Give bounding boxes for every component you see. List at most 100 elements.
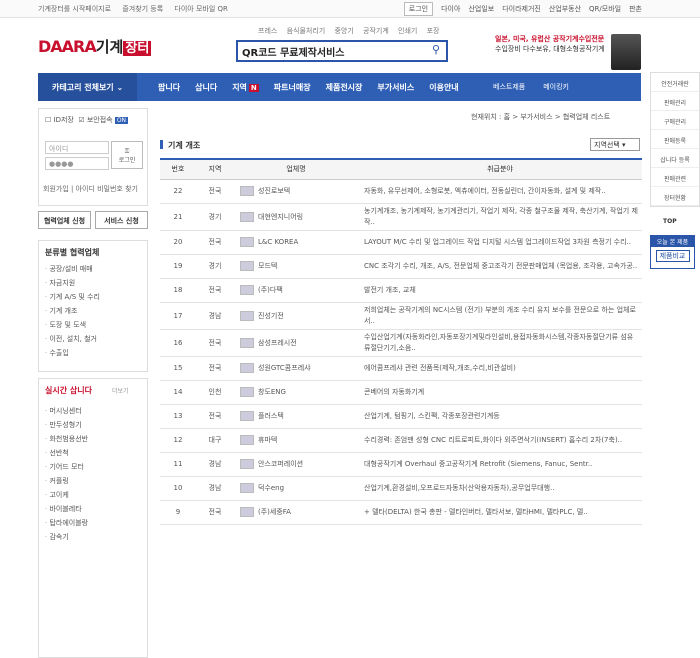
row-field[interactable]: 저희업체는 공작기계의 NC시스템 (전기) 부분의 개조 수리 유지 보수를 … bbox=[358, 302, 642, 330]
row-company[interactable]: (주)다팩 bbox=[234, 278, 358, 303]
quick-item[interactable]: 판매등록 bbox=[651, 130, 699, 149]
row-company[interactable]: 진성기전 bbox=[234, 302, 358, 330]
table-row[interactable]: 21 경기 대현엔지니어링 농기계개조, 농기계제작, 농기계관리기, 작업기 제작,… bbox=[160, 203, 642, 231]
keyword-link[interactable]: 음식물처리기 bbox=[287, 27, 326, 35]
region-select[interactable]: 지역선택 ▾ bbox=[590, 138, 640, 151]
row-field[interactable]: 자동화, 유무선제어, 소형로봇, 엑츄에이터, 전동실린더, 간이자동화, 설… bbox=[358, 179, 642, 204]
live-item[interactable]: 커플링 bbox=[45, 476, 141, 490]
row-field[interactable]: 수입산업기계(자동화라인,자동포장기계및라인설비,용접자동화시스템,각종자동절단… bbox=[358, 329, 642, 357]
realestate-link[interactable]: 산업부동산 bbox=[549, 4, 581, 14]
nav-partner[interactable]: 파트너매장 bbox=[274, 82, 311, 93]
row-company[interactable]: 모드텍 bbox=[234, 254, 358, 279]
login-link[interactable]: 로그인 bbox=[403, 2, 434, 16]
row-company[interactable]: 성진로보텍 bbox=[234, 179, 358, 204]
nav-making[interactable]: 메이킹키 bbox=[543, 82, 569, 92]
live-item[interactable]: 탑라에이블랑 bbox=[45, 518, 141, 532]
row-company[interactable]: (주)세중FA bbox=[234, 500, 358, 525]
row-company[interactable]: L&C KOREA bbox=[234, 230, 358, 255]
qr-mobile-link[interactable]: QR/모바일 bbox=[589, 4, 621, 14]
more-link[interactable]: 더보기 bbox=[112, 388, 129, 395]
table-row[interactable]: 9 전국 (주)세중FA + 델타(DELTA) 한국 총판 - 델타인버터, 델타서… bbox=[160, 500, 642, 525]
table-row[interactable]: 19 경기 모드텍 CNC 조각기 수리, 개조, A/S, 전문업체 중고조각기 전… bbox=[160, 254, 642, 279]
category-link[interactable]: 공장/설비 매매 bbox=[45, 264, 141, 278]
diaa-link[interactable]: 다이아 bbox=[441, 4, 460, 14]
row-field[interactable]: 농기계개조, 농기계제작, 농기계관리기, 작업기 제작, 각종 철구조물 제작… bbox=[358, 203, 642, 231]
top-button[interactable]: TOP bbox=[663, 218, 677, 225]
table-row[interactable]: 17 경남 진성기전 저희업체는 공작기계의 NC시스템 (전기) 부분의 개조 수리… bbox=[160, 302, 642, 330]
keyword-link[interactable]: 인쇄기 bbox=[398, 27, 417, 35]
keyword-link[interactable]: 포장 bbox=[427, 27, 440, 35]
category-link[interactable]: 도장 및 도색 bbox=[45, 320, 141, 334]
category-link[interactable]: 기계 A/S 및 수리 bbox=[45, 292, 141, 306]
quick-item[interactable]: 삽니다 등록 bbox=[651, 149, 699, 168]
login-button[interactable]: ⚿ 로그인 bbox=[111, 141, 143, 169]
row-company[interactable]: 플러스텍 bbox=[234, 404, 358, 429]
misc-link[interactable]: 판촌 bbox=[629, 4, 642, 14]
row-company[interactable]: 삼성프레시전 bbox=[234, 329, 358, 357]
join-find-links[interactable]: 회원가입 | 아이디 비밀번호 찾기 bbox=[43, 184, 138, 194]
category-link[interactable]: 수출입 bbox=[45, 348, 141, 362]
quick-item[interactable]: 장터현황 bbox=[651, 187, 699, 206]
live-item[interactable]: 감속기 bbox=[45, 532, 141, 546]
compare-button[interactable]: 제품비교 bbox=[655, 250, 690, 262]
table-row[interactable]: 15 전국 성원GTC콤프레샤 에어콤프레샤 관련 전품목(제작,개조,수리,비관설비… bbox=[160, 356, 642, 381]
password-field[interactable]: ●●●● bbox=[45, 157, 109, 170]
live-item[interactable]: 기어드 모터 bbox=[45, 462, 141, 476]
table-row[interactable]: 10 경남 덕수eng 산업기계,환경설비,오프로드자동차(산악용자동차),공무업무대… bbox=[160, 476, 642, 501]
category-link[interactable]: 자금지원 bbox=[45, 278, 141, 292]
industry-news-link[interactable]: 산업일보 bbox=[468, 4, 494, 14]
nav-buy[interactable]: 삽니다 bbox=[195, 82, 217, 93]
row-field[interactable]: 산업기계,환경설비,오프로드자동차(산악용자동차),공무업무대행.. bbox=[358, 476, 642, 501]
quick-item[interactable]: 판매관리 bbox=[651, 92, 699, 111]
mobile-qr-link[interactable]: 다이아 모바일 QR bbox=[174, 5, 227, 13]
row-company[interactable]: 덕수eng bbox=[234, 476, 358, 501]
table-row[interactable]: 20 전국 L&C KOREA LAYOUT M/C 수리 및 업그레이드 작업 디지… bbox=[160, 230, 642, 255]
live-item[interactable]: 머시닝센터 bbox=[45, 406, 141, 420]
nav-showroom[interactable]: 제품전시장 bbox=[326, 82, 363, 93]
nav-sell[interactable]: 팝니다 bbox=[158, 82, 180, 93]
quick-item[interactable]: 구매관리 bbox=[651, 111, 699, 130]
row-field[interactable]: 발전기 개조, 교체 bbox=[358, 278, 642, 303]
nav-guide[interactable]: 이용안내 bbox=[429, 82, 458, 93]
category-link[interactable]: 이전, 설치, 철거 bbox=[45, 334, 141, 348]
nav-addon[interactable]: 부가서비스 bbox=[377, 82, 414, 93]
live-item[interactable]: 화천범용선반 bbox=[45, 434, 141, 448]
table-row[interactable]: 12 대구 휴마텍 수리경력: 존엄맨 성형 CNC 리트로피트,화이다 외주면삭기(… bbox=[160, 428, 642, 453]
site-logo[interactable]: DAARA기계 장터 bbox=[38, 36, 152, 57]
id-save-checkbox[interactable]: ☐ ID저장 bbox=[45, 116, 74, 124]
table-row[interactable]: 11 경남 안스코퍼레이션 대형공작기계 Overhaul 중고공작기계 Retrof… bbox=[160, 452, 642, 477]
row-company[interactable]: 성원GTC콤프레샤 bbox=[234, 356, 358, 381]
daara-link[interactable]: 다이라제거진 bbox=[502, 4, 541, 14]
live-item[interactable]: 바이블레타 bbox=[45, 504, 141, 518]
table-row[interactable]: 18 전국 (주)다팩 발전기 개조, 교체 bbox=[160, 278, 642, 303]
table-row[interactable]: 22 전국 성진로보텍 자동화, 유무선제어, 소형로봇, 엑츄에이터, 전동실린더,… bbox=[160, 179, 642, 204]
row-company[interactable]: 대현엔지니어링 bbox=[234, 203, 358, 231]
bookmark-link[interactable]: 즐겨찾기 등록 bbox=[122, 5, 163, 13]
row-field[interactable]: 산업기계, 텀핑기, 스킨팩, 각종포장관련기계등 bbox=[358, 404, 642, 429]
search-icon[interactable]: ⚲ bbox=[428, 43, 444, 59]
keyword-link[interactable]: 프레스 bbox=[258, 27, 277, 35]
category-link[interactable]: 기계 개조 bbox=[45, 306, 141, 320]
id-field[interactable]: 아이디 bbox=[45, 141, 109, 154]
start-page-link[interactable]: 기계장터를 시작페이지로 bbox=[38, 5, 111, 13]
row-field[interactable]: 수리경력: 존엄맨 성형 CNC 리트로피트,화이다 외주면삭기(INSERT)… bbox=[358, 428, 642, 453]
secure-checkbox[interactable]: ☑ 보안접속 bbox=[78, 116, 112, 124]
live-item[interactable]: 고이케 bbox=[45, 490, 141, 504]
nav-region[interactable]: 지역 N bbox=[232, 82, 259, 93]
row-field[interactable]: CNC 조각기 수리, 개조, A/S, 전문업체 중고조각기 전문판매업체 (… bbox=[358, 254, 642, 279]
nav-best[interactable]: 베스트제품 bbox=[493, 82, 525, 92]
row-field[interactable]: + 델타(DELTA) 한국 총판 - 델타인버터, 델타서보, 델타HMI, … bbox=[358, 500, 642, 525]
quick-item[interactable]: 판매관련 bbox=[651, 168, 699, 187]
keyword-link[interactable]: 중앙기 bbox=[334, 27, 353, 35]
row-company[interactable]: 창도ENG bbox=[234, 380, 358, 405]
table-row[interactable]: 16 전국 삼성프레시전 수입산업기계(자동화라인,자동포장기계및라인설비,용접자동화… bbox=[160, 329, 642, 357]
row-field[interactable]: 대형공작기계 Overhaul 중고공작기계 Retrofit (Siemens… bbox=[358, 452, 642, 477]
category-all-button[interactable]: 카테고리 전체보기 ⌄ bbox=[38, 73, 137, 101]
banner-ad[interactable]: 일본, 미국, 유럽산 공작기계수입전문 수입장비 다수보유, 대형소형공작기계 bbox=[495, 34, 641, 72]
keyword-link[interactable]: 공작기계 bbox=[363, 27, 389, 35]
live-item[interactable]: 선반척 bbox=[45, 448, 141, 462]
search-input[interactable] bbox=[242, 44, 422, 58]
table-row[interactable]: 13 전국 플러스텍 산업기계, 텀핑기, 스킨팩, 각종포장관련기계등 bbox=[160, 404, 642, 429]
live-item[interactable]: 만두성형기 bbox=[45, 420, 141, 434]
table-row[interactable]: 14 인천 창도ENG 콘베어의 자동화기계 bbox=[160, 380, 642, 405]
